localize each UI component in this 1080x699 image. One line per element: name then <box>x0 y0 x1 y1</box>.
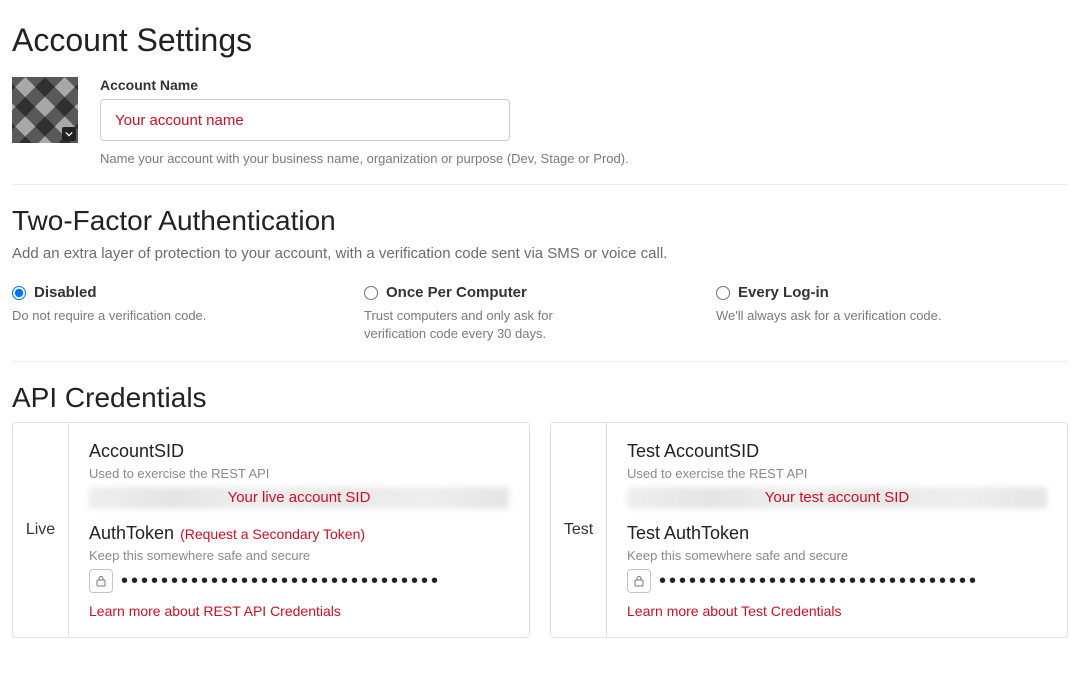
tfa-desc-every: We'll always ask for a verification code… <box>716 307 966 325</box>
divider <box>12 361 1068 362</box>
avatar-menu-chevron-icon[interactable] <box>62 127 76 141</box>
test-side-label: Test <box>551 423 607 637</box>
account-name-row: Account Name Name your account with your… <box>12 77 1068 166</box>
tfa-radio-disabled[interactable] <box>12 286 26 300</box>
page-title: Account Settings <box>12 22 1068 59</box>
test-sid-overlay: Your test account SID <box>765 489 910 506</box>
tfa-label-disabled: Disabled <box>34 284 97 301</box>
test-token-label: Test AuthToken <box>627 523 1047 544</box>
account-name-input[interactable] <box>100 99 510 141</box>
request-secondary-token-link[interactable]: (Request a Secondary Token) <box>180 526 365 542</box>
api-title: API Credentials <box>12 382 1068 414</box>
live-learn-more-link[interactable]: Learn more about REST API Credentials <box>89 603 341 619</box>
tfa-label-every: Every Log-in <box>738 284 829 301</box>
tfa-radio-every[interactable] <box>716 286 730 300</box>
lock-icon[interactable] <box>627 569 651 593</box>
tfa-desc-once: Trust computers and only ask for verific… <box>364 307 614 343</box>
tfa-desc-disabled: Do not require a verification code. <box>12 307 262 325</box>
live-side-label: Live <box>13 423 69 637</box>
live-sid-label: AccountSID <box>89 441 509 462</box>
api-credentials-row: Live AccountSID Used to exercise the RES… <box>12 422 1068 638</box>
tfa-label-once: Once Per Computer <box>386 284 527 301</box>
live-token-sub: Keep this somewhere safe and secure <box>89 548 509 563</box>
test-sid-label: Test AccountSID <box>627 441 1047 462</box>
tfa-desc: Add an extra layer of protection to your… <box>12 245 1068 262</box>
account-name-help: Name your account with your business nam… <box>100 151 1068 166</box>
test-token-sub: Keep this somewhere safe and secure <box>627 548 1047 563</box>
tfa-option-every[interactable]: Every Log-in <box>716 284 1068 301</box>
tfa-options: Disabled Do not require a verification c… <box>12 284 1068 343</box>
live-credentials-card: Live AccountSID Used to exercise the RES… <box>12 422 530 638</box>
divider <box>12 184 1068 185</box>
test-learn-more-link[interactable]: Learn more about Test Credentials <box>627 603 842 619</box>
tfa-radio-once[interactable] <box>364 286 378 300</box>
tfa-option-once[interactable]: Once Per Computer <box>364 284 716 301</box>
live-sid-overlay: Your live account SID <box>228 489 371 506</box>
tfa-option-disabled[interactable]: Disabled <box>12 284 364 301</box>
account-name-label: Account Name <box>100 77 1068 93</box>
test-token-mask: •••••••••••••••••••••••••••••••• <box>659 571 979 591</box>
test-sid-sub: Used to exercise the REST API <box>627 466 1047 481</box>
live-sid-sub: Used to exercise the REST API <box>89 466 509 481</box>
live-token-label: AuthToken <box>89 523 174 544</box>
test-credentials-card: Test Test AccountSID Used to exercise th… <box>550 422 1068 638</box>
account-avatar[interactable] <box>12 77 78 143</box>
live-token-mask: •••••••••••••••••••••••••••••••• <box>121 571 441 591</box>
tfa-title: Two-Factor Authentication <box>12 205 1068 237</box>
lock-icon[interactable] <box>89 569 113 593</box>
